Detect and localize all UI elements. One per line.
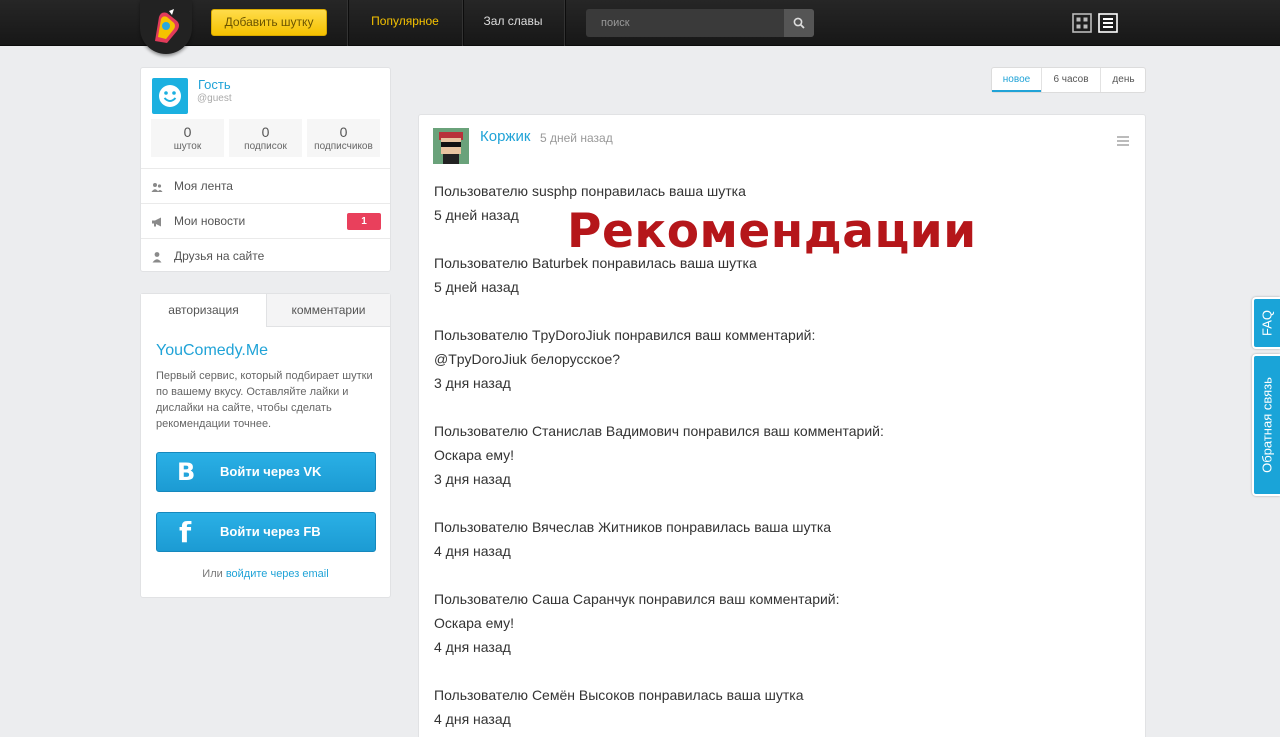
tab-authorization[interactable]: авторизация <box>141 294 267 327</box>
search-icon <box>793 17 805 29</box>
list-view-button[interactable] <box>1098 13 1118 33</box>
list-view-icon <box>1098 13 1118 33</box>
notification-text: Пользователю TpyDoroJiuk понравился ваш … <box>434 327 816 343</box>
user-name[interactable]: Гость <box>198 77 231 92</box>
smiley-icon <box>159 85 181 107</box>
users-icon <box>151 183 163 192</box>
stat-value: 0 <box>183 124 192 140</box>
notification-time: 4 дня назад <box>434 543 511 559</box>
stat-value: 0 <box>261 124 270 140</box>
time-filter: новое 6 часов день <box>991 67 1146 93</box>
filter-6-hours[interactable]: 6 часов <box>1042 68 1100 92</box>
user-handle: @guest <box>197 93 232 104</box>
feedback-tab-label: Обратная связь <box>1259 377 1275 473</box>
overlay-title: Рекомендации <box>567 204 977 259</box>
search-box <box>586 9 814 37</box>
user-icon <box>152 252 162 263</box>
nav-divider <box>564 0 565 46</box>
grid-view-icon <box>1072 13 1092 33</box>
menu-my-feed[interactable]: Моя лента <box>141 168 390 203</box>
brand-title: YouComedy.Me <box>156 342 269 359</box>
add-joke-button[interactable]: Добавить шутку <box>211 9 327 36</box>
feedback-tab[interactable]: Обратная связь <box>1252 354 1280 496</box>
tab-comments[interactable]: комментарии <box>267 294 390 327</box>
menu-label: Мои новости <box>174 214 246 228</box>
stat-following[interactable]: 0 подписок <box>229 119 302 157</box>
post-menu-button[interactable] <box>1117 134 1129 146</box>
notification-text: Пользователю susphp понравилась ваша шут… <box>434 183 746 199</box>
nav-hall-of-fame[interactable]: Зал славы <box>463 0 563 46</box>
grid-view-button[interactable] <box>1072 13 1092 33</box>
auth-tabs: авторизация комментарии <box>141 294 390 327</box>
notification-text: Пользователю Станислав Вадимович понрави… <box>434 423 884 439</box>
stat-followers[interactable]: 0 подписчиков <box>307 119 380 157</box>
button-label: Войти через VK <box>220 464 322 479</box>
notification-comment: @TpyDoroJiuk белорусское? <box>434 351 621 367</box>
alt-login-text: Или войдите через email <box>141 568 390 580</box>
alt-login-prefix: Или <box>202 568 223 580</box>
nav-popular[interactable]: Популярное <box>348 0 462 46</box>
notification-text: Пользователю Вячеслав Житников понравила… <box>434 519 832 535</box>
menu-label: Друзья на сайте <box>174 249 265 263</box>
stat-jokes[interactable]: 0 шуток <box>151 119 224 157</box>
search-input[interactable] <box>586 9 784 37</box>
hamburger-icon <box>1117 136 1129 146</box>
faq-tab[interactable]: FAQ <box>1252 297 1280 349</box>
vk-icon: В <box>177 458 196 486</box>
stat-label: шуток <box>173 141 202 152</box>
top-navigation-bar: Добавить шутку Популярное Зал славы <box>0 0 1280 54</box>
avatar[interactable] <box>152 78 188 114</box>
auth-card: авторизация комментарии YouComedy.Me Пер… <box>140 293 391 598</box>
notification-time: 5 дней назад <box>434 207 519 223</box>
menu-label: Моя лента <box>174 179 233 193</box>
filter-new[interactable]: новое <box>992 68 1041 92</box>
stat-label: подписчиков <box>314 141 373 152</box>
notification-time: 4 дня назад <box>434 639 511 655</box>
notification-time: 4 дня назад <box>434 711 511 727</box>
megaphone-icon <box>152 217 161 227</box>
filter-day[interactable]: день <box>1101 68 1146 92</box>
service-description: Первый сервис, который подбирает шутки п… <box>156 370 373 430</box>
menu-friends-on-site[interactable]: Друзья на сайте <box>141 238 390 273</box>
search-button[interactable] <box>784 9 814 37</box>
button-label: Войти через FB <box>220 524 321 539</box>
notification-time: 3 дня назад <box>434 375 511 391</box>
login-fb-button[interactable]: f Войти через FB <box>156 512 376 552</box>
notification-time: 5 дней назад <box>434 279 519 295</box>
stat-value: 0 <box>339 124 348 140</box>
stat-label: подписок <box>244 141 287 152</box>
faq-tab-label: FAQ <box>1259 309 1275 337</box>
menu-my-news[interactable]: Мои новости 1 <box>141 203 390 238</box>
post-time: 5 дней назад <box>540 131 613 145</box>
author-name[interactable]: Коржик <box>480 128 530 145</box>
news-count-badge: 1 <box>347 213 381 230</box>
login-vk-button[interactable]: В Войти через VK <box>156 452 376 492</box>
email-login-link[interactable]: войдите через email <box>226 568 329 580</box>
facebook-icon: f <box>179 516 192 549</box>
notification-time: 3 дня назад <box>434 471 511 487</box>
notification-comment: Оскара ему! <box>434 615 515 631</box>
author-avatar[interactable] <box>433 128 469 164</box>
notification-comment: Оскара ему! <box>434 447 515 463</box>
notification-text: Пользователю Саша Саранчук понравился ва… <box>434 591 840 607</box>
site-logo[interactable] <box>140 0 192 54</box>
profile-card: Гость @guest 0 шуток 0 подписок 0 подпис… <box>140 67 391 272</box>
notification-text: Пользователю Семён Высоков понравилась в… <box>434 687 804 703</box>
